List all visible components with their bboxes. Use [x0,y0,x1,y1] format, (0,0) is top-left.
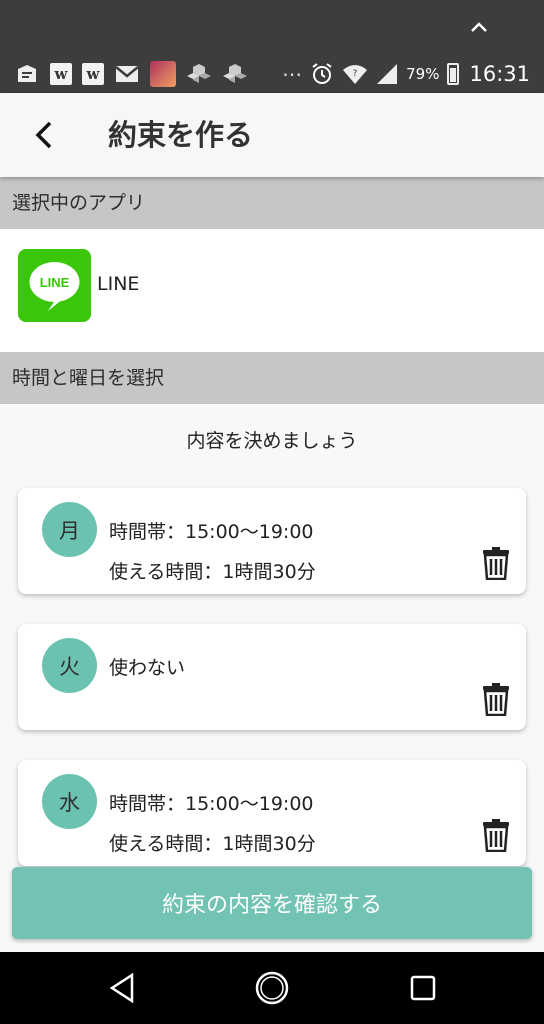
day-card-wednesday[interactable]: 水 時間帯：15:00〜19:00 使える時間：1時間30分 [18,760,526,866]
back-button[interactable] [24,115,64,155]
trash-icon[interactable] [482,546,510,580]
nav-home-button[interactable] [252,968,292,1008]
wifi-icon: ? [343,65,368,84]
nav-recents-button[interactable] [403,968,443,1008]
status-bar: w w ⋯ ? 79% 16:31 [0,0,544,93]
cube-icon-2 [222,61,248,87]
trash-icon[interactable] [482,818,510,852]
expand-caret-icon[interactable] [470,18,488,36]
app-name: LINE [97,273,140,295]
message-icon [14,61,40,87]
triangle-back-icon [109,973,134,1003]
home-circle-icon [255,971,289,1005]
game-icon [150,61,176,87]
time-range-text: 時間帯：15:00〜19:00 [109,521,314,543]
svg-text:LINE: LINE [40,275,70,290]
prompt-text: 内容を決めましょう [186,430,358,452]
chevron-left-icon [35,121,52,149]
day-badge: 火 [42,638,97,693]
signal-icon [377,64,398,84]
system-indicators: ? 79% 16:31 [310,60,530,88]
day-badge: 月 [42,502,97,557]
confirm-button[interactable]: 約束の内容を確認する [12,867,532,939]
selected-app-row[interactable]: LINE LINE [0,230,544,352]
app-bar: 約束を作る [0,93,544,177]
battery-icon [447,63,460,85]
battery-percent: 79% [406,65,440,83]
svg-text:?: ? [353,69,358,79]
line-app-logo: LINE [18,249,91,322]
day-card-monday[interactable]: 月 時間帯：15:00〜19:00 使える時間：1時間30分 [18,488,526,594]
time-day-header: 時間と曜日を選択 [0,352,544,404]
navigation-bar [0,952,544,1024]
more-notifications-icon: ⋯ [282,62,304,86]
trash-icon[interactable] [482,682,510,716]
gmail-icon [114,61,140,87]
w-app-icon-2: w [82,63,104,85]
usable-time-text: 使える時間：1時間30分 [109,833,316,855]
not-used-text: 使わない [109,657,186,679]
day-card-tuesday[interactable]: 火 使わない [18,624,526,730]
time-range-text: 時間帯：15:00〜19:00 [109,793,314,815]
page-title: 約束を作る [108,118,254,152]
day-badge: 水 [42,774,97,829]
w-app-icon: w [50,63,72,85]
alarm-icon [312,63,332,84]
cube-icon [186,61,212,87]
notification-icons: w w ⋯ [14,60,304,88]
usable-time-text: 使える時間：1時間30分 [109,561,316,583]
clock: 16:31 [469,62,530,86]
nav-back-button[interactable] [102,968,142,1008]
square-recents-icon [410,975,436,1001]
selected-app-header: 選択中のアプリ [0,177,544,229]
